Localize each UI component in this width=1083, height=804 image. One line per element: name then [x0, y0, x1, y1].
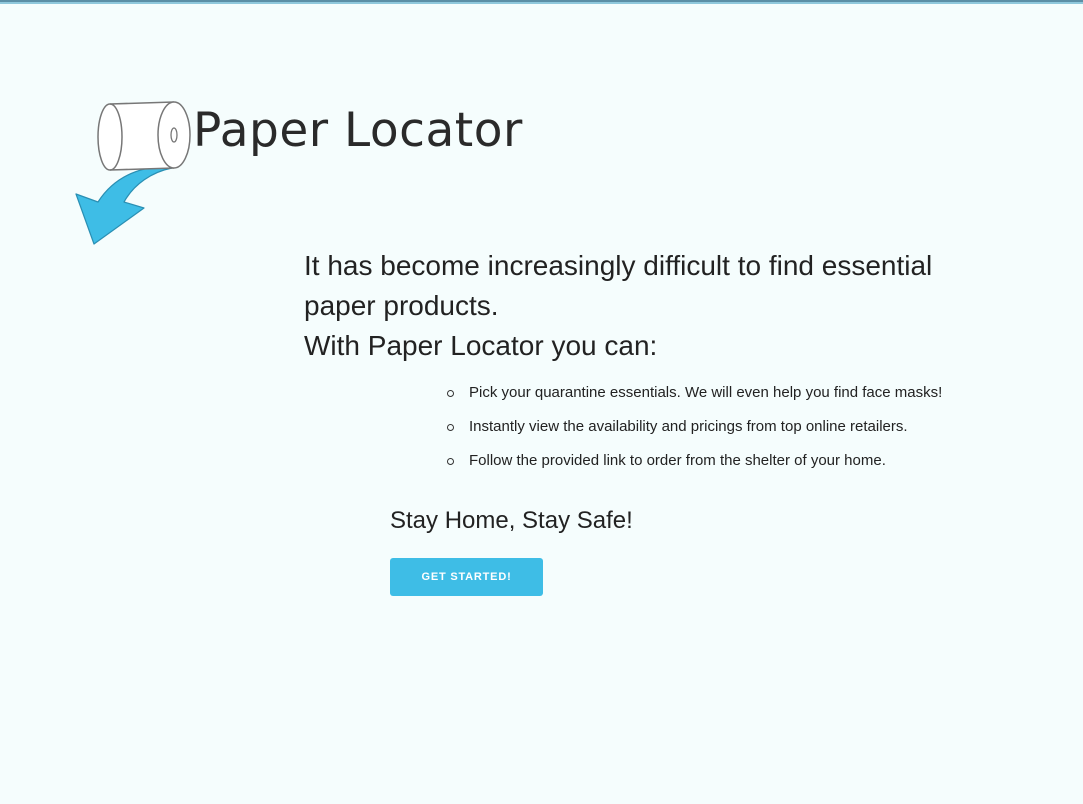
list-item: Follow the provided link to order from t…: [428, 452, 1028, 486]
feature-text: Instantly view the availability and pric…: [469, 418, 908, 435]
intro-text: It has become increasingly difficult to …: [304, 246, 964, 366]
toilet-paper-arrow-icon: [75, 101, 191, 245]
intro-line-1: It has become increasingly difficult to …: [304, 250, 933, 321]
brand-title: Paper Locator: [193, 103, 523, 158]
circle-bullet-icon: [447, 390, 454, 397]
get-started-button[interactable]: GET STARTED!: [390, 558, 543, 596]
tagline: Stay Home, Stay Safe!: [390, 507, 633, 534]
circle-bullet-icon: [447, 458, 454, 465]
feature-list: Pick your quarantine essentials. We will…: [428, 384, 1028, 486]
feature-text: Pick your quarantine essentials. We will…: [469, 384, 943, 401]
top-border: [0, 0, 1083, 4]
circle-bullet-icon: [447, 424, 454, 431]
feature-text: Follow the provided link to order from t…: [469, 452, 886, 469]
intro-line-2: With Paper Locator you can:: [304, 330, 658, 361]
list-item: Pick your quarantine essentials. We will…: [428, 384, 1028, 418]
list-item: Instantly view the availability and pric…: [428, 418, 1028, 452]
